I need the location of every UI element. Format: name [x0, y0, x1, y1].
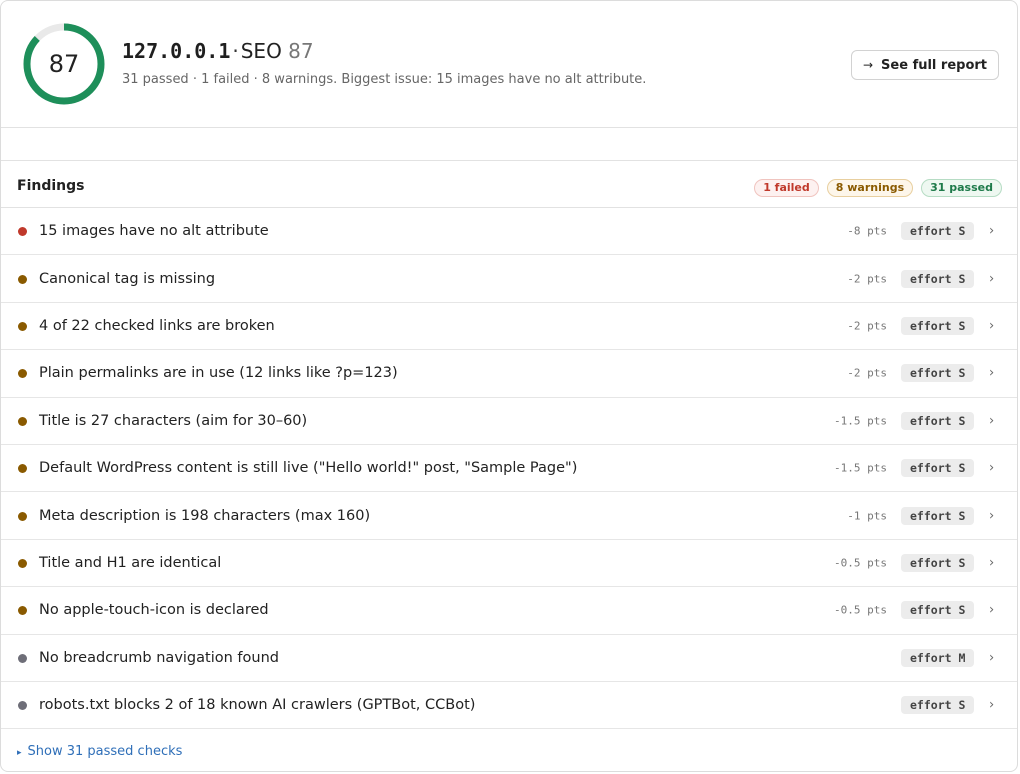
see-full-report-label: See full report	[881, 57, 988, 73]
effort-badge: effort M	[901, 648, 975, 667]
finding-label: No apple-touch-icon is declared	[39, 602, 269, 619]
effort-badge: effort S	[901, 459, 975, 478]
report-header: 87 127.0.0.1 · SEO 87 31 passed · 1 failed…	[1, 1, 1017, 128]
site-host: 127.0.0.1	[122, 39, 231, 63]
finding-label: Plain permalinks are in use (12 links li…	[39, 365, 398, 382]
effort-badge: effort S	[901, 411, 975, 430]
points-impact: -2 pts	[847, 366, 887, 380]
points-impact: -2 pts	[847, 272, 887, 286]
show-passed-checks-label: Show 31 passed checks	[27, 744, 183, 759]
finding-label: Default WordPress content is still live …	[39, 460, 578, 477]
header-spacer	[1, 128, 1017, 161]
findings-title: Findings	[17, 178, 85, 194]
points-impact: -1.5 pts	[834, 414, 887, 428]
points-impact: -2 pts	[847, 319, 887, 333]
severity-dot-icon	[18, 464, 27, 474]
finding-row[interactable]: Plain permalinks are in use (12 links li…	[1, 350, 1017, 398]
chevron-right-icon: ›	[989, 318, 995, 334]
failed-count-badge: 1 failed	[754, 179, 819, 197]
chevron-right-icon: ›	[989, 365, 995, 381]
effort-badge: effort S	[901, 364, 975, 383]
seo-report-card: 87 127.0.0.1 · SEO 87 31 passed · 1 failed…	[0, 0, 1018, 772]
chevron-right-icon: ›	[989, 650, 995, 666]
effort-badge: effort S	[901, 553, 975, 572]
findings-list: 15 images have no alt attribute -8 pts eff…	[1, 208, 1017, 730]
severity-dot-icon	[18, 227, 27, 237]
effort-badge: effort S	[901, 601, 975, 620]
finding-row[interactable]: 4 of 22 checked links are broken -2 pts ef…	[1, 303, 1017, 351]
status-pills: 1 failed 8 warnings 31 passed	[754, 179, 1002, 197]
chevron-right-icon: ›	[989, 271, 995, 287]
finding-row[interactable]: robots.txt blocks 2 of 18 known AI crawl…	[1, 682, 1017, 730]
expand-triangle-icon: ▸	[17, 748, 22, 758]
warnings-count-badge: 8 warnings	[826, 179, 914, 197]
passed-count-badge: 31 passed	[921, 179, 1002, 197]
title-separator: ·	[232, 39, 239, 63]
severity-dot-icon	[18, 274, 27, 284]
category-score: 87	[288, 39, 314, 63]
finding-row[interactable]: No breadcrumb navigation found effort M ›	[1, 635, 1017, 682]
severity-dot-icon	[18, 416, 27, 426]
chevron-right-icon: ›	[989, 223, 995, 239]
points-impact: -0.5 pts	[834, 556, 887, 570]
score-ring: 87	[22, 22, 106, 106]
severity-dot-icon	[18, 558, 27, 568]
severity-dot-icon	[18, 511, 27, 521]
severity-dot-icon	[18, 653, 27, 663]
findings-header: Findings 1 failed 8 warnings 31 passed	[1, 161, 1017, 208]
show-passed-checks-toggle[interactable]: ▸ Show 31 passed checks	[17, 744, 182, 759]
effort-badge: effort S	[901, 222, 975, 241]
finding-row[interactable]: Title is 27 characters (aim for 30–60) -1…	[1, 398, 1017, 445]
score-value: 87	[48, 50, 80, 78]
chevron-right-icon: ›	[989, 460, 995, 476]
finding-label: 4 of 22 checked links are broken	[39, 317, 275, 334]
see-full-report-button[interactable]: → See full report	[851, 50, 999, 80]
page-title: 127.0.0.1 · SEO 87	[122, 39, 314, 63]
effort-badge: effort S	[901, 316, 975, 335]
points-impact: -1.5 pts	[834, 461, 887, 475]
finding-label: Canonical tag is missing	[39, 270, 216, 287]
chevron-right-icon: ›	[989, 508, 995, 524]
finding-label: Title and H1 are identical	[39, 554, 222, 571]
summary-text: 31 passed · 1 failed · 8 warnings. Bigge…	[122, 72, 647, 87]
finding-label: Meta description is 198 characters (max …	[39, 507, 371, 524]
chevron-right-icon: ›	[989, 555, 995, 571]
finding-row[interactable]: Meta description is 198 characters (max …	[1, 492, 1017, 540]
chevron-right-icon: ›	[989, 413, 995, 429]
finding-row[interactable]: Title and H1 are identical -0.5 pts effort…	[1, 540, 1017, 588]
effort-badge: effort S	[901, 269, 975, 288]
finding-row[interactable]: 15 images have no alt attribute -8 pts eff…	[1, 208, 1017, 256]
severity-dot-icon	[18, 701, 27, 711]
arrow-right-icon: →	[862, 58, 874, 72]
severity-dot-icon	[18, 321, 27, 331]
finding-row[interactable]: Canonical tag is missing -2 pts effort S ›	[1, 255, 1017, 303]
finding-label: robots.txt blocks 2 of 18 known AI crawl…	[39, 697, 476, 714]
effort-badge: effort S	[901, 506, 975, 525]
category-label: SEO	[240, 39, 282, 63]
severity-dot-icon	[18, 369, 27, 379]
finding-label: No breadcrumb navigation found	[39, 649, 279, 666]
finding-row[interactable]: No apple-touch-icon is declared -0.5 pts e…	[1, 587, 1017, 635]
effort-badge: effort S	[901, 696, 975, 715]
points-impact: -8 pts	[847, 224, 887, 238]
points-impact: -1 pts	[847, 509, 887, 523]
finding-label: Title is 27 characters (aim for 30–60)	[39, 412, 308, 429]
finding-row[interactable]: Default WordPress content is still live …	[1, 445, 1017, 493]
chevron-right-icon: ›	[989, 602, 995, 618]
severity-dot-icon	[18, 606, 27, 616]
chevron-right-icon: ›	[989, 697, 995, 713]
points-impact: -0.5 pts	[834, 603, 887, 617]
finding-label: 15 images have no alt attribute	[39, 223, 269, 240]
